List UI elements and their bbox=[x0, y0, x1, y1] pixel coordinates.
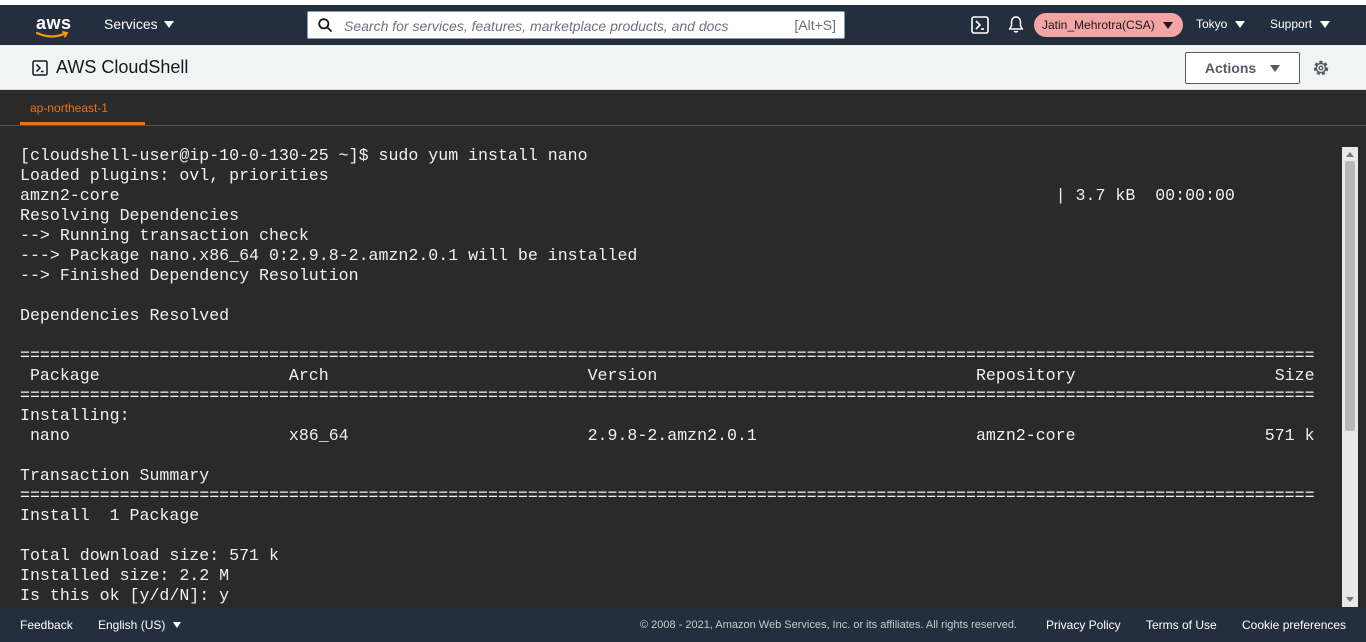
feedback-link[interactable]: Feedback bbox=[20, 618, 73, 632]
cloudshell-icon bbox=[32, 59, 48, 76]
account-name: Jatin_Mehrotra(CSA) bbox=[1042, 18, 1155, 32]
terminal-scrollbar[interactable] bbox=[1342, 147, 1358, 607]
support-menu-button[interactable]: Support bbox=[1270, 17, 1331, 31]
tab-ap-northeast-1[interactable]: ap-northeast-1 bbox=[20, 90, 145, 125]
scrollbar-thumb[interactable] bbox=[1345, 161, 1355, 431]
privacy-policy-link[interactable]: Privacy Policy bbox=[1046, 618, 1121, 632]
account-menu-button[interactable]: Jatin_Mehrotra(CSA) bbox=[1034, 13, 1183, 37]
caret-down-icon bbox=[173, 622, 182, 628]
cloudshell-header: AWS CloudShell Actions bbox=[0, 45, 1366, 90]
services-menu-button[interactable]: Services bbox=[104, 16, 174, 32]
terminal-text: [cloudshell-user@ip-10-0-130-25 ~]$ sudo… bbox=[20, 146, 1315, 605]
search-box[interactable]: [Alt+S] bbox=[307, 11, 845, 39]
scroll-up-arrow-icon[interactable] bbox=[1346, 152, 1354, 157]
aws-logo[interactable]: aws bbox=[36, 11, 72, 39]
language-selector[interactable]: English (US) bbox=[98, 618, 182, 632]
cloudshell-icon[interactable] bbox=[971, 16, 989, 34]
support-label: Support bbox=[1270, 17, 1313, 31]
page-title: AWS CloudShell bbox=[32, 57, 188, 78]
region-label: Tokyo bbox=[1196, 17, 1228, 31]
caret-down-icon bbox=[1235, 20, 1246, 28]
caret-down-icon bbox=[1320, 20, 1331, 28]
aws-smile-icon bbox=[36, 31, 69, 38]
caret-down-icon bbox=[1162, 21, 1173, 29]
page-title-text: AWS CloudShell bbox=[56, 57, 189, 77]
search-icon bbox=[318, 18, 332, 32]
scroll-down-arrow-icon[interactable] bbox=[1346, 597, 1354, 602]
search-shortcut-hint: [Alt+S] bbox=[794, 17, 836, 33]
terminal-output[interactable]: [cloudshell-user@ip-10-0-130-25 ~]$ sudo… bbox=[0, 126, 1366, 608]
aws-top-navigation: aws Services [Alt+S] Jatin_Mehrotra(CSA)… bbox=[0, 5, 1366, 45]
actions-label: Actions bbox=[1204, 60, 1257, 76]
gear-icon[interactable] bbox=[1312, 59, 1330, 77]
services-label: Services bbox=[104, 16, 158, 32]
region-menu-button[interactable]: Tokyo bbox=[1196, 17, 1246, 31]
session-tab-bar: ap-northeast-1 bbox=[0, 90, 1366, 126]
caret-down-icon bbox=[163, 20, 174, 28]
search-input[interactable] bbox=[342, 15, 786, 37]
cookie-preferences-link[interactable]: Cookie preferences bbox=[1242, 618, 1346, 632]
language-label: English (US) bbox=[98, 618, 166, 632]
terms-of-use-link[interactable]: Terms of Use bbox=[1146, 618, 1217, 632]
footer: Feedback English (US) © 2008 - 2021, Ama… bbox=[0, 608, 1366, 642]
caret-down-icon bbox=[1270, 64, 1281, 72]
actions-button[interactable]: Actions bbox=[1185, 52, 1300, 84]
copyright-text: © 2008 - 2021, Amazon Web Services, Inc.… bbox=[640, 619, 1017, 631]
bell-icon[interactable] bbox=[1007, 15, 1025, 34]
